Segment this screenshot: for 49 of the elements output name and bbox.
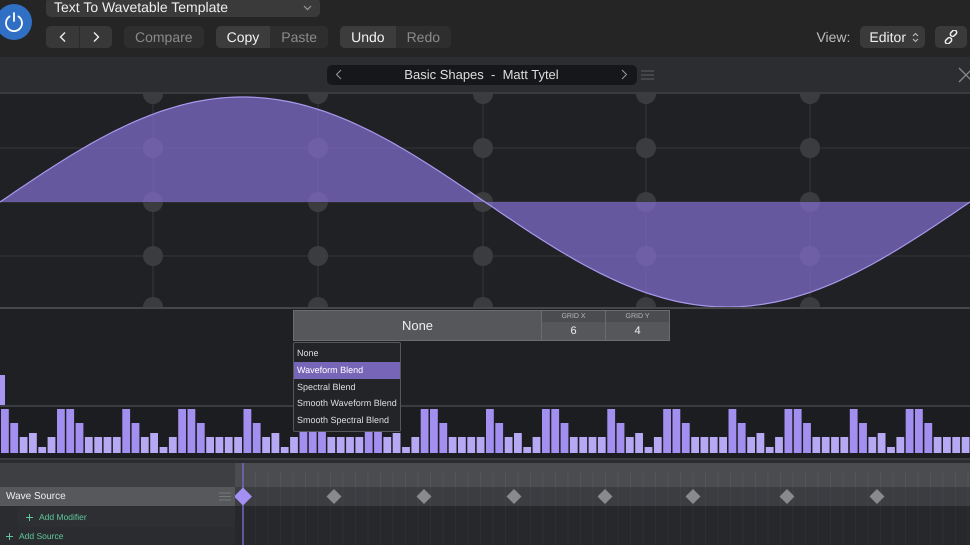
preset-dropdown[interactable]: Text To Wavetable Template [46, 0, 320, 17]
keyframe-marker[interactable] [870, 489, 884, 504]
next-button[interactable] [79, 26, 112, 48]
keyframe-marker[interactable] [326, 489, 342, 504]
spectrum-bar [710, 437, 718, 453]
previous-button[interactable] [46, 26, 79, 48]
close-icon[interactable] [958, 67, 970, 83]
chevron-left-icon [59, 31, 66, 43]
toolbar-button[interactable]: Copy [216, 26, 270, 48]
keyframe-marker[interactable] [506, 489, 522, 504]
keyframe-marker[interactable] [780, 489, 794, 504]
link-icon [944, 30, 958, 44]
menu-item[interactable]: Waveform Blend [294, 362, 400, 379]
chevron-right-icon [621, 69, 628, 80]
spectrum-bar [224, 437, 233, 453]
power-icon [2, 10, 26, 34]
grid-y-value[interactable]: 4 [634, 322, 641, 340]
keyframe-marker[interactable] [416, 489, 432, 504]
view-label: View: [816, 28, 850, 46]
menu-item[interactable]: Smooth Spectral Blend [294, 412, 400, 429]
toolbar-button[interactable]: Undo [340, 26, 396, 48]
spectrum-bar [822, 437, 830, 453]
view-dropdown[interactable]: Editor [860, 26, 925, 48]
spectrum-bar [579, 437, 588, 453]
menu-item[interactable]: Spectral Blend [294, 378, 400, 396]
menu-item[interactable]: None [294, 345, 400, 362]
preset-browser[interactable]: Basic Shapes - Matt Tytel [326, 64, 636, 84]
spectrum-bar [336, 437, 345, 453]
stepper-icon [912, 32, 919, 42]
plus-icon [6, 532, 13, 540]
keyframe-marker[interactable] [598, 489, 612, 504]
level-bar [0, 375, 5, 405]
menu-icon[interactable] [640, 70, 654, 80]
drag-handle-icon[interactable] [219, 492, 231, 502]
power-button[interactable] [0, 4, 32, 40]
chevron-right-icon [92, 31, 100, 43]
plus-icon [26, 514, 33, 521]
keyframe-marker[interactable] [686, 489, 700, 504]
menu-item[interactable]: Smooth Waveform Blend [294, 395, 400, 412]
link-button[interactable] [935, 26, 967, 48]
spectrum-bar [94, 437, 102, 453]
add-source-button[interactable]: Add Source [0, 527, 235, 545]
spectrum-bar [952, 437, 960, 453]
grid-x-value[interactable]: 6 [570, 322, 577, 340]
preset-name: Basic Shapes - Matt Tytel [404, 66, 559, 84]
chevron-icon [303, 4, 312, 10]
chevron-left-icon [334, 69, 342, 80]
source-row[interactable]: Wave Source [0, 486, 235, 506]
spectrum-bar [467, 437, 476, 453]
